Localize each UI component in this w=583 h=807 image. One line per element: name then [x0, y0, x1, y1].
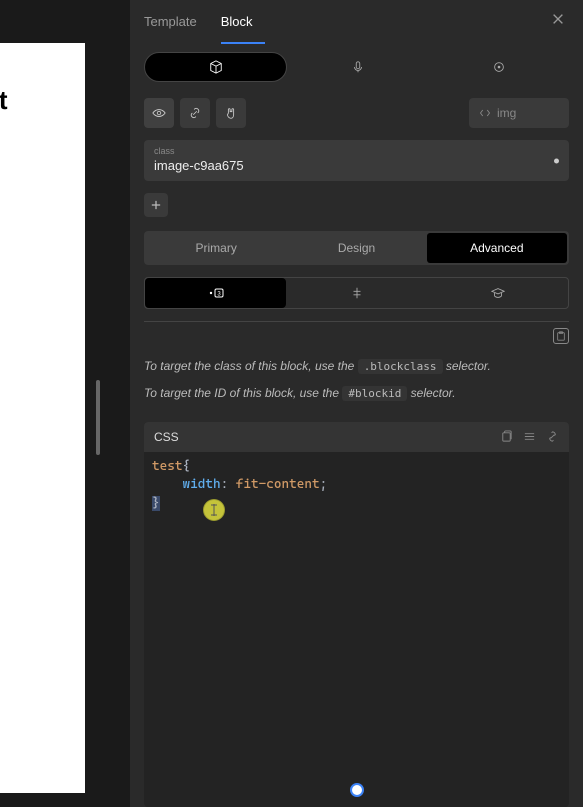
css-icon: 3 [207, 286, 225, 300]
inspector-tabs: Template Block [130, 0, 583, 44]
link-toggle[interactable] [180, 98, 210, 128]
help-class-prefix: To target the class of this block, use t… [144, 359, 358, 373]
section-tab-primary[interactable]: Primary [146, 233, 286, 263]
mode-interaction-button[interactable] [287, 52, 428, 82]
code-semicolon: ; [320, 477, 328, 492]
canvas-area: akt [0, 0, 130, 807]
help-id-prefix: To target the ID of this block, use the [144, 386, 342, 400]
align-center-icon [350, 286, 364, 300]
code-selector: test [152, 459, 182, 474]
advanced-css-pill[interactable]: 3 [145, 278, 286, 308]
code-icon [479, 107, 491, 119]
canvas-text: akt [0, 85, 8, 116]
code-prop: width [182, 477, 220, 492]
help-class-code: .blockclass [358, 359, 443, 374]
mode-element-button[interactable] [144, 52, 287, 82]
class-field-label: class [154, 146, 559, 156]
eye-icon [152, 106, 166, 120]
clipboard-icon[interactable] [553, 328, 569, 344]
visibility-toggle[interactable] [144, 98, 174, 128]
tab-block[interactable]: Block [221, 0, 265, 44]
advanced-grad-pill[interactable] [427, 278, 568, 308]
class-field[interactable]: class image-c9aa675 [144, 140, 569, 181]
cursor-indicator [203, 499, 225, 521]
plus-icon [151, 200, 161, 210]
add-class-button[interactable] [144, 193, 168, 217]
mode-row [130, 44, 583, 92]
editor-loading-indicator [350, 783, 364, 797]
mic-icon [351, 60, 365, 74]
advanced-align-pill[interactable] [286, 278, 427, 308]
class-field-value: image-c9aa675 [154, 158, 559, 173]
editor-format-button[interactable] [523, 430, 536, 443]
help-id-code: #blockid [342, 386, 407, 401]
panel-resize-handle[interactable] [96, 380, 100, 455]
code-value: fit-content [236, 477, 320, 492]
code-colon: : [221, 477, 236, 492]
inspector-panel: Template Block [130, 0, 583, 807]
graduation-cap-icon [491, 286, 505, 300]
section-tab-design[interactable]: Design [286, 233, 426, 263]
css-editor-title: CSS [154, 430, 179, 444]
section-tab-advanced[interactable]: Advanced [427, 233, 567, 263]
help-text-id: To target the ID of this block, use the … [144, 385, 569, 402]
editor-copy-button[interactable] [500, 430, 513, 443]
help-id-suffix: selector. [407, 386, 455, 400]
editor-link-button[interactable] [546, 430, 559, 443]
link-icon [188, 106, 202, 120]
element-type-label: img [497, 106, 516, 120]
css-editor-header: CSS [144, 422, 569, 452]
hand-icon [224, 106, 238, 120]
visibility-row: img [130, 92, 583, 134]
pointer-toggle[interactable] [216, 98, 246, 128]
code-open-brace: { [182, 459, 190, 474]
canvas-page[interactable]: akt [0, 43, 85, 793]
class-field-indicator [554, 158, 559, 163]
advanced-mode-row: 3 [144, 277, 569, 309]
tab-template[interactable]: Template [144, 0, 209, 44]
section-tabs: Primary Design Advanced [144, 231, 569, 265]
code-close-brace: } [152, 496, 160, 511]
section-divider [144, 321, 569, 344]
cube-icon [209, 60, 223, 74]
element-type-chip[interactable]: img [469, 98, 569, 128]
close-panel-button[interactable] [551, 12, 571, 32]
help-class-suffix: selector. [443, 359, 491, 373]
help-text-class: To target the class of this block, use t… [144, 358, 569, 375]
target-icon [492, 60, 506, 74]
css-editor: CSS test{ width: fit-content; } [144, 422, 569, 807]
mode-target-button[interactable] [428, 52, 569, 82]
